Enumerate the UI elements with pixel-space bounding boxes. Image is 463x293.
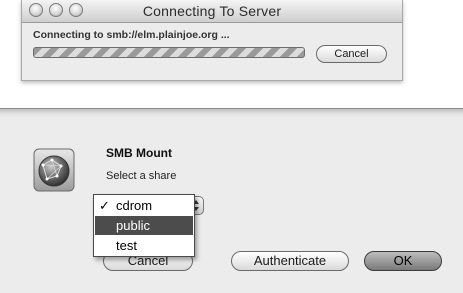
window-title: Connecting To Server [142,3,282,19]
menu-item-public[interactable]: public [95,216,193,235]
menu-item-label: test [116,238,137,253]
network-globe-icon [33,148,75,192]
title-bar: Connecting To Server [22,0,402,23]
indeterminate-progress-bar [33,47,305,58]
connection-status-text: Connecting to smb://elm.plainjoe.org ... [33,29,230,41]
menu-item-cdrom[interactable]: ✓ cdrom [95,196,193,215]
cancel-connection-button[interactable]: Cancel [316,45,387,63]
connecting-window: Connecting To Server Connecting to smb:/… [21,0,403,81]
sheet-title: SMB Mount [106,146,172,160]
ok-button[interactable]: OK [364,251,442,271]
checkmark-icon: ✓ [99,198,110,213]
sheet-subtitle: Select a share [106,170,177,182]
share-menu: ✓ cdrom public test [93,194,195,257]
authenticate-button[interactable]: Authenticate [231,251,349,271]
menu-item-label: public [116,218,150,233]
menu-item-test[interactable]: test [95,236,193,255]
menu-item-label: cdrom [116,198,153,213]
